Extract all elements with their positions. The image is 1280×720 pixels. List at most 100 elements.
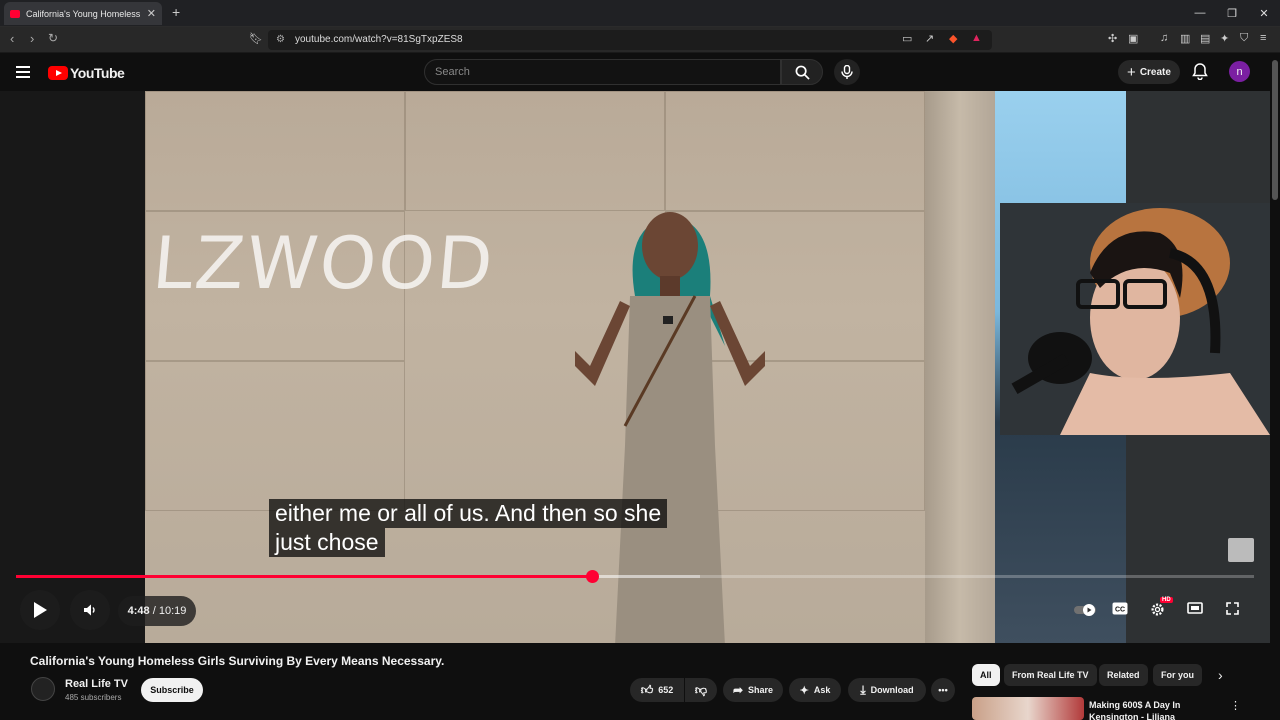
thumbs-down-icon: 👎︎ [694, 682, 708, 697]
screenshot-icon[interactable]: ▣ [1128, 32, 1138, 45]
chevron-right-icon[interactable]: › [1218, 667, 1223, 683]
browser-menu-icon[interactable]: ≡ [1260, 32, 1266, 44]
channel-name[interactable]: Real Life TV [65, 678, 128, 690]
close-tab-icon[interactable]: ✕ [147, 7, 156, 20]
close-window-icon[interactable]: ✕ [1248, 0, 1280, 26]
miniplayer-preview[interactable] [1228, 538, 1254, 562]
browser-tab-bar: California's Young Homeless Girls ✕ + — … [0, 0, 1280, 27]
minimize-icon[interactable]: — [1184, 0, 1216, 26]
door-panel [145, 91, 405, 211]
video-player[interactable]: LZWOOD either me or all of us. And then … [0, 91, 1270, 643]
vpn-icon[interactable]: ⛉ [1240, 32, 1248, 45]
search-button[interactable] [781, 59, 823, 85]
gear-icon [1151, 603, 1164, 616]
chip-related[interactable]: Related [1099, 664, 1148, 686]
play-button[interactable] [20, 590, 60, 630]
youtube-logo-text: YouTube [70, 65, 125, 81]
voice-search-button[interactable] [834, 59, 860, 85]
more-actions-button[interactable]: ••• [931, 678, 955, 702]
sparkle-icon: ✦ [799, 684, 809, 697]
media-icon[interactable]: ♫ [1160, 32, 1168, 44]
search-icon [795, 65, 810, 80]
brave-shield-icon[interactable]: ◆ [949, 32, 957, 45]
like-count: 652 [658, 685, 674, 695]
youtube-play-logo-icon [48, 66, 68, 80]
url-field[interactable]: ⚙ youtube.com/watch?v=81SgTxpZES8 [268, 30, 992, 50]
door-panel [145, 361, 405, 511]
theater-icon [1187, 602, 1203, 614]
play-icon [34, 602, 47, 618]
address-bar-row: ‹ › ↻ 🔖︎ ⚙ youtube.com/watch?v=81SgTxpZE… [0, 27, 1280, 53]
scrubber-handle[interactable] [585, 570, 599, 583]
rewards-icon[interactable]: ▲ [971, 32, 982, 44]
mute-button[interactable] [70, 590, 110, 630]
restore-icon[interactable]: ❐ [1216, 0, 1248, 26]
progress-bar[interactable] [16, 570, 1254, 583]
create-button[interactable]: + Create [1118, 60, 1180, 84]
dislike-button[interactable]: 👎︎ [685, 678, 717, 702]
subtitles-button[interactable]: CC [1112, 602, 1128, 618]
leo-ai-icon[interactable]: ✦ [1220, 32, 1229, 45]
site-info-icon[interactable]: ⚙ [276, 34, 285, 45]
download-icon: ⤓ [860, 682, 866, 697]
ask-button[interactable]: ✦ Ask [789, 678, 841, 702]
like-button[interactable]: 👍︎ 652 [630, 678, 684, 702]
subscribe-button[interactable]: Subscribe [141, 678, 203, 702]
share-button[interactable]: ➦ Share [723, 678, 783, 702]
back-icon[interactable]: ‹ [10, 31, 14, 46]
time-display: 4:48 / 10:19 [118, 596, 196, 626]
autoplay-icon [1074, 604, 1096, 616]
search-input[interactable]: Search [424, 59, 781, 85]
microphone-icon [841, 65, 853, 79]
account-avatar[interactable]: n [1229, 61, 1250, 82]
recommendation-title[interactable]: Making 600$ A Day In Kensington - Lilian… [1089, 699, 1209, 720]
share-icon: ➦ [732, 683, 744, 697]
sidebar-icon[interactable]: ▥ [1180, 32, 1190, 45]
fullscreen-button[interactable] [1226, 602, 1239, 618]
recommendation-menu-icon[interactable]: ⋮ [1230, 699, 1241, 712]
streamer-figure [1000, 203, 1270, 435]
video-frame: LZWOOD [145, 91, 995, 643]
youtube-logo[interactable]: YouTube [48, 65, 125, 81]
youtube-favicon-icon [10, 9, 20, 18]
hd-badge: HD [1160, 597, 1173, 603]
plus-icon: + [1127, 63, 1136, 81]
recommendation-thumbnail[interactable] [972, 697, 1084, 720]
reload-icon[interactable]: ↻ [48, 31, 58, 45]
notifications-bell-icon[interactable] [1192, 63, 1208, 80]
fullscreen-icon [1226, 602, 1239, 615]
streamer-webcam-overlay [1000, 203, 1270, 435]
window-controls: — ❐ ✕ [1184, 0, 1280, 26]
subscriber-count: 485 subscribers [65, 693, 122, 702]
cast-icon[interactable]: ▭ [902, 32, 912, 45]
current-time: 4:48 [127, 605, 150, 617]
chip-for-you[interactable]: For you [1153, 664, 1202, 686]
svg-text:CC: CC [1115, 607, 1125, 614]
video-title: California's Young Homeless Girls Surviv… [30, 654, 445, 668]
create-label: Create [1139, 66, 1171, 78]
bookmark-icon[interactable]: 🔖︎ [249, 32, 263, 45]
page-scrollbar[interactable] [1272, 60, 1278, 200]
volume-icon [84, 604, 95, 616]
chip-from-channel[interactable]: From Real Life TV [1004, 664, 1097, 686]
cc-icon: CC [1112, 602, 1128, 615]
duration: 10:19 [158, 605, 187, 617]
wallet-icon[interactable]: ▤ [1200, 32, 1210, 45]
hamburger-menu-icon[interactable] [16, 66, 30, 78]
autoplay-toggle[interactable] [1074, 604, 1096, 619]
share-page-icon[interactable]: ↗ [925, 32, 934, 45]
more-icon: ••• [938, 685, 948, 695]
settings-button[interactable] [1150, 602, 1165, 620]
caption-line: just chose [269, 528, 385, 557]
played-bar [16, 575, 592, 578]
browser-tab[interactable]: California's Young Homeless Girls ✕ [4, 2, 162, 25]
extensions-icon[interactable]: ✣ [1108, 32, 1117, 45]
download-button[interactable]: ⤓ Download [848, 678, 926, 702]
share-label: Share [748, 685, 774, 695]
new-tab-icon[interactable]: + [172, 4, 180, 20]
channel-avatar[interactable] [31, 677, 55, 701]
theater-mode-button[interactable] [1187, 602, 1203, 617]
forward-icon[interactable]: › [30, 31, 34, 46]
chip-all[interactable]: All [972, 664, 1000, 686]
url-text: youtube.com/watch?v=81SgTxpZES8 [295, 34, 463, 45]
